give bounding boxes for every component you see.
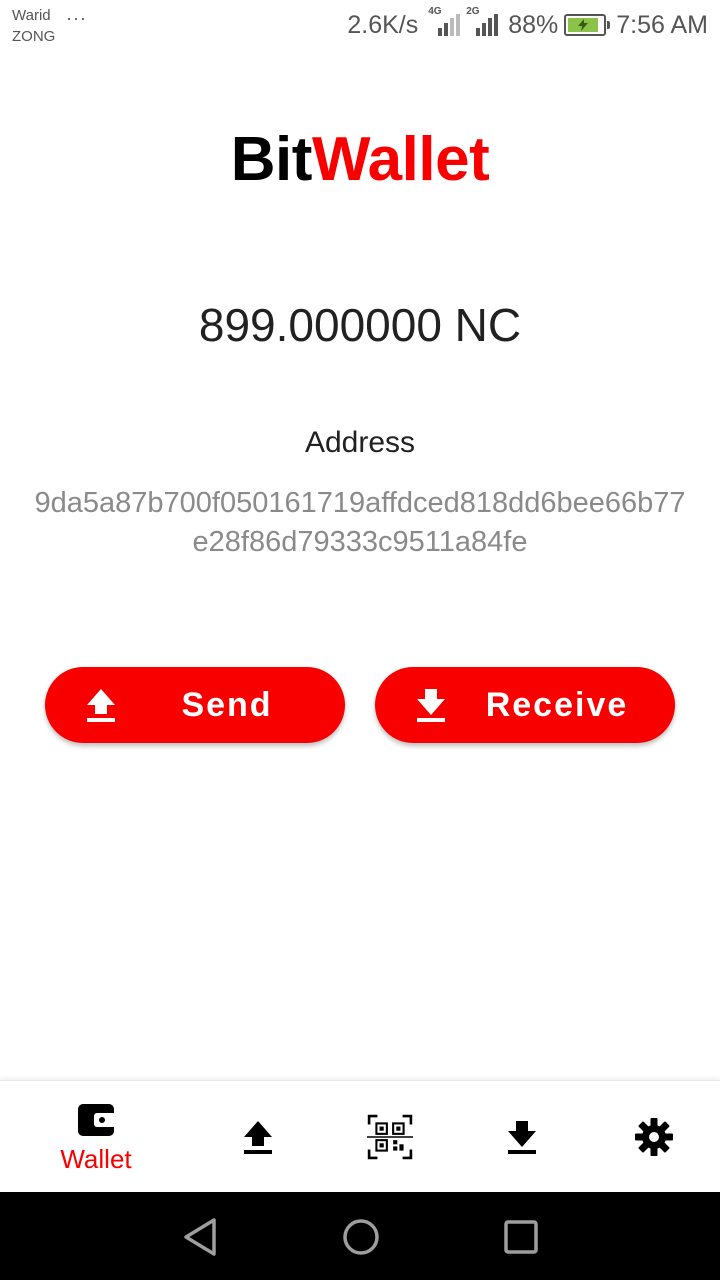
sim1-signal-icon: 4G xyxy=(428,6,461,36)
wallet-balance: 899.000000 NC xyxy=(198,299,522,351)
nav-item-send[interactable] xyxy=(198,1081,318,1193)
wallet-icon xyxy=(78,1103,116,1136)
receive-button[interactable]: Receive xyxy=(375,667,675,743)
send-icon xyxy=(244,1121,272,1154)
nav-item-wallet[interactable]: Wallet xyxy=(36,1081,156,1193)
status-bar: Warid ZONG ··· 2.6K/s 4G 2G 88% 7:56 AM xyxy=(0,0,720,50)
title-wallet: Wallet xyxy=(311,125,490,194)
send-button-label: Send xyxy=(181,685,273,724)
nav-item-receive[interactable] xyxy=(462,1081,582,1193)
sim2-network-tag: 2G xyxy=(466,6,480,17)
carrier-1: Warid xyxy=(12,7,51,24)
app-logo-title: BitWallet xyxy=(0,124,720,195)
bottom-navigation: Wallet xyxy=(0,1080,720,1192)
receive-button-label: Receive xyxy=(485,685,629,724)
nav-item-settings[interactable] xyxy=(594,1081,714,1193)
network-speed: 2.6K/s xyxy=(347,10,419,39)
recents-icon[interactable] xyxy=(500,1216,542,1258)
back-icon[interactable] xyxy=(180,1216,222,1258)
nav-label-wallet: Wallet xyxy=(60,1143,132,1174)
title-bit: Bit xyxy=(230,125,313,194)
carrier-names: Warid ZONG xyxy=(12,5,55,47)
charging-bolt-icon xyxy=(578,19,589,31)
carrier-2: ZONG xyxy=(12,28,56,45)
battery-icon xyxy=(564,14,611,36)
more-notifications-icon: ··· xyxy=(66,8,87,28)
receive-icon xyxy=(508,1121,536,1154)
sim1-network-tag: 4G xyxy=(428,6,442,17)
system-navigation-bar xyxy=(0,1192,720,1280)
address-label: Address xyxy=(304,426,416,459)
home-icon[interactable] xyxy=(340,1216,382,1258)
status-indicators: 2.6K/s 4G 2G 88% 7:56 AM xyxy=(347,6,708,42)
wallet-address: 9da5a87b700f050161719affdced818dd6bee66b… xyxy=(34,487,686,558)
send-button[interactable]: Send xyxy=(45,667,345,743)
sim2-signal-icon: 2G xyxy=(466,6,499,36)
battery-fill xyxy=(568,18,599,32)
battery-percent: 88% xyxy=(508,10,559,39)
qr-scan-icon xyxy=(367,1114,413,1160)
settings-gear-icon xyxy=(635,1118,673,1156)
clock: 7:56 AM xyxy=(616,10,708,39)
nav-item-scan[interactable] xyxy=(330,1081,450,1193)
